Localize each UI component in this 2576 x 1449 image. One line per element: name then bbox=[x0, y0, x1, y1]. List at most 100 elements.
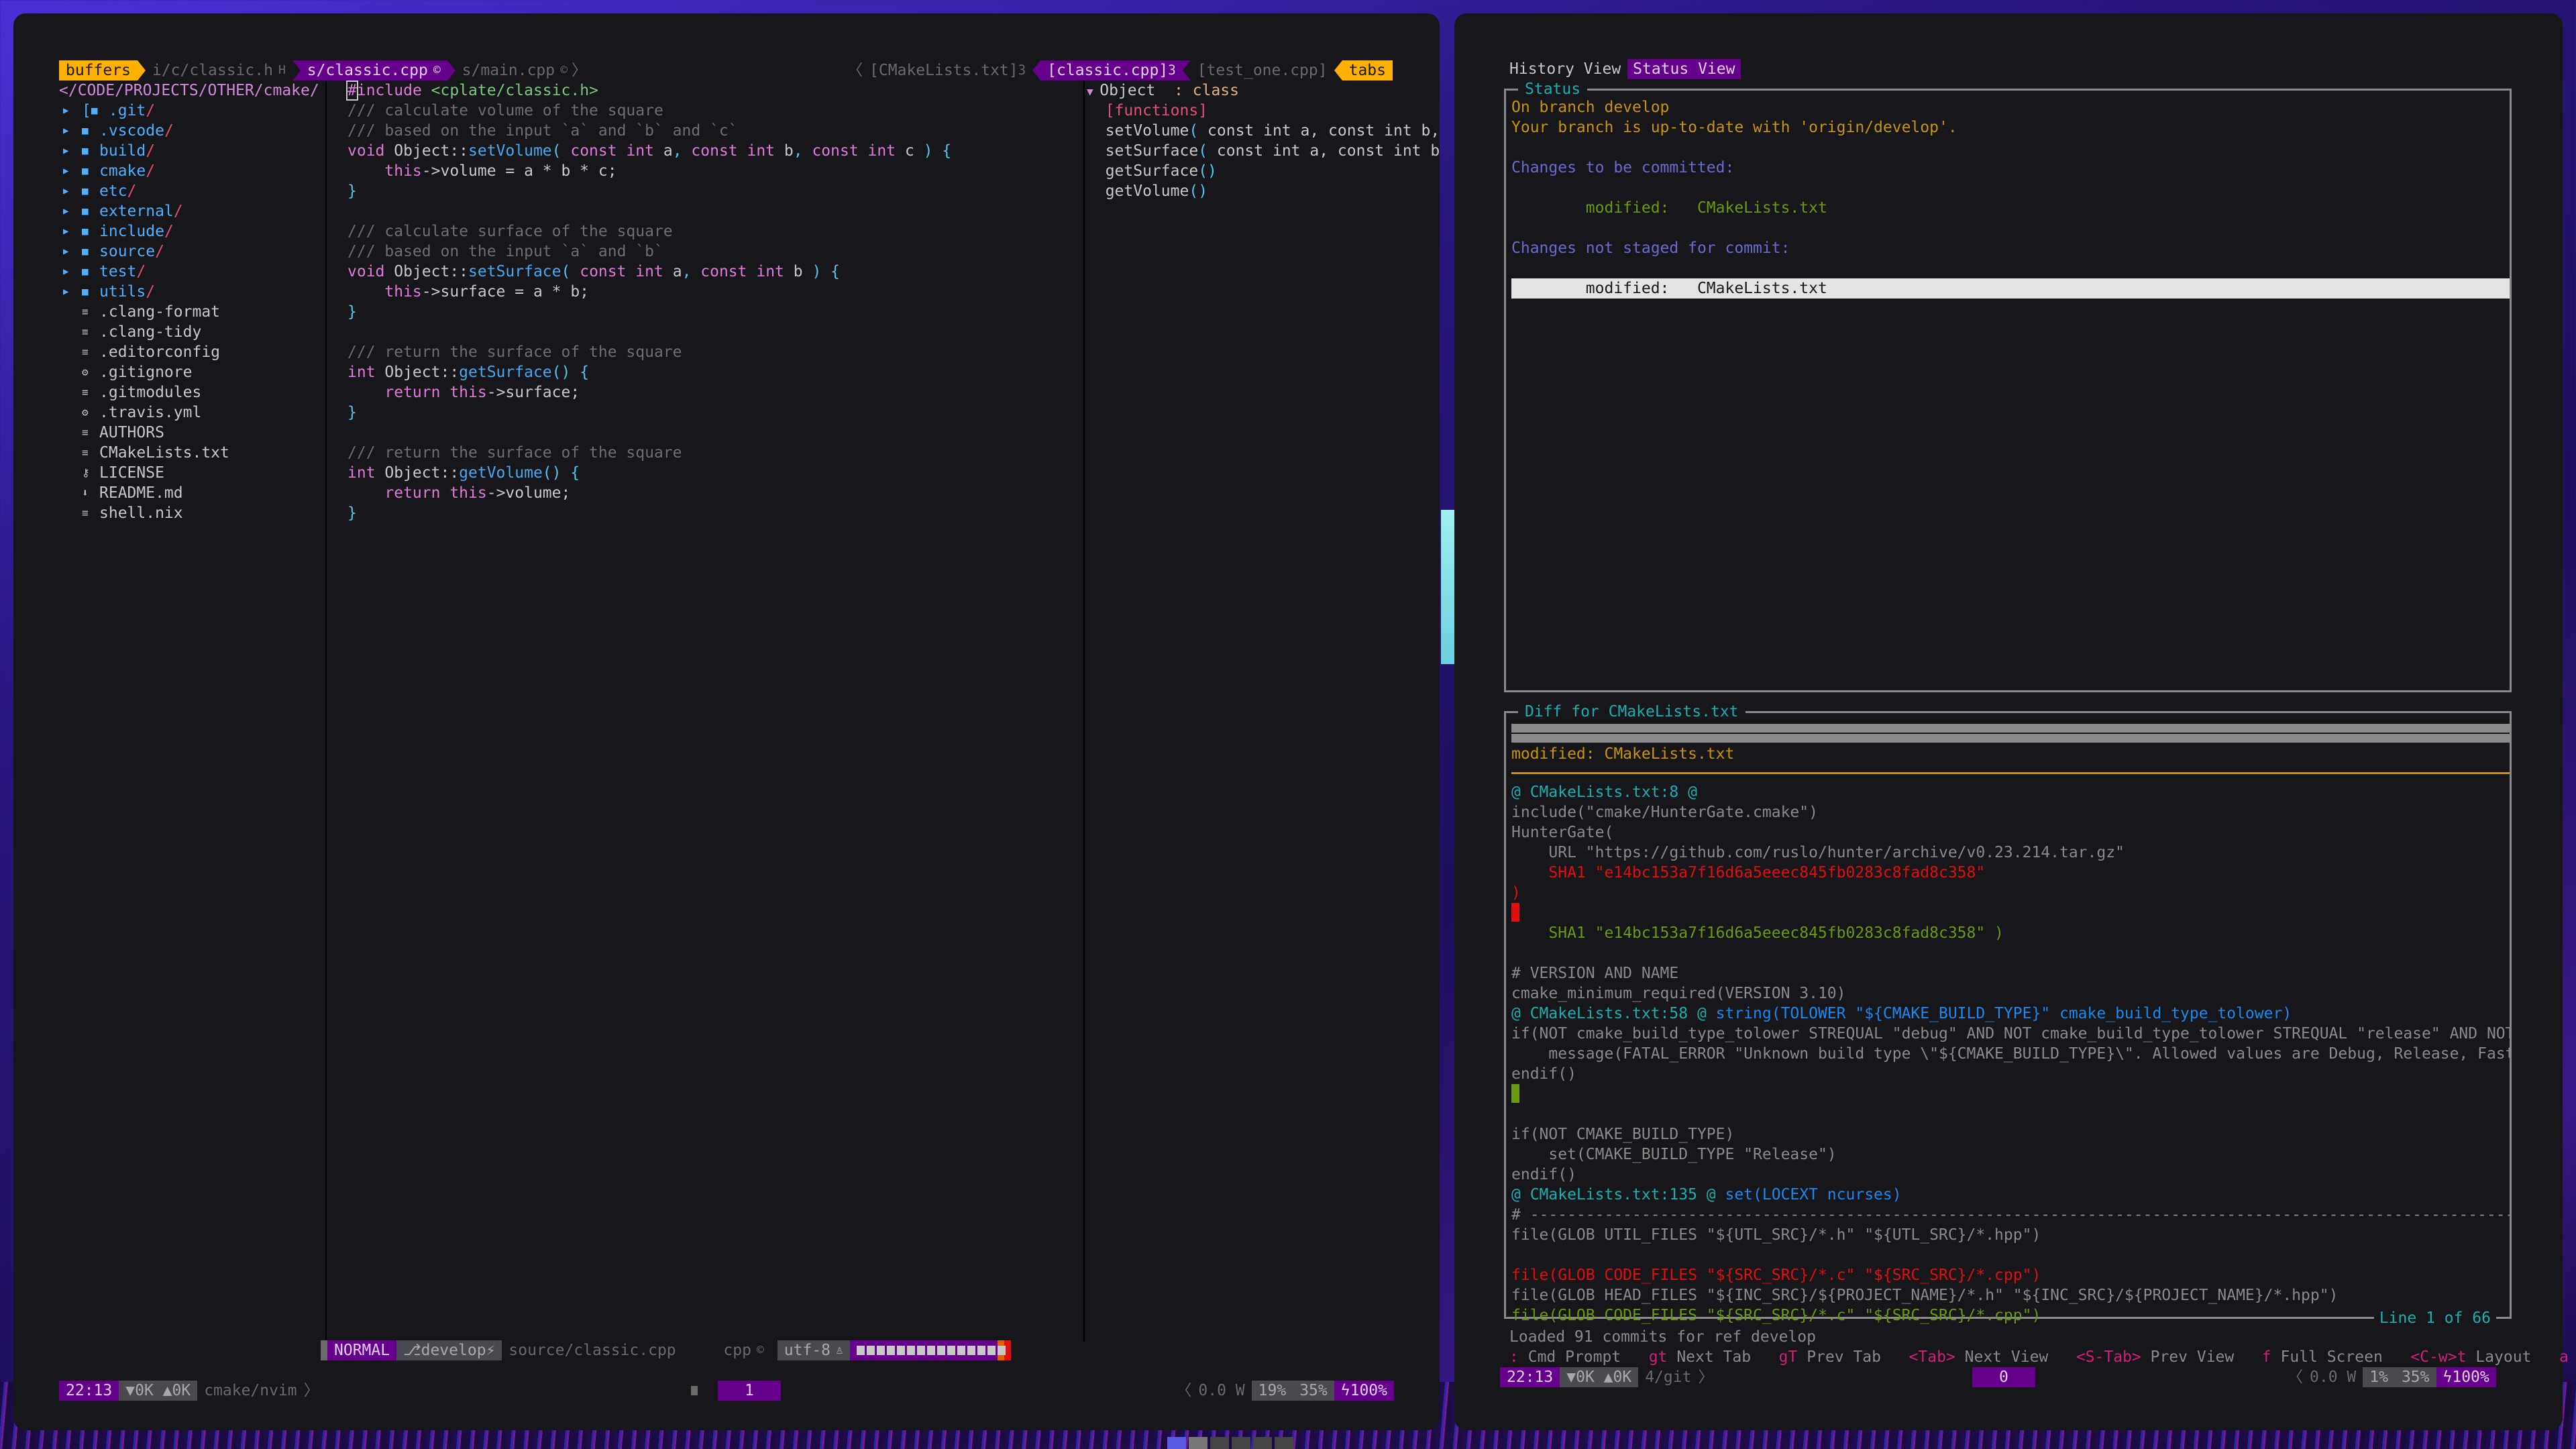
outline-item[interactable]: getVolume() bbox=[1087, 181, 1409, 201]
tab-history-view[interactable]: History View bbox=[1509, 59, 1621, 79]
code-line[interactable]: #include <cplate/classic.h> bbox=[346, 80, 1079, 101]
window-split[interactable] bbox=[325, 80, 327, 1342]
progress-block bbox=[866, 1346, 875, 1355]
tree-dir[interactable]: ▶ ■ utils / bbox=[59, 282, 321, 302]
buffer-tab[interactable]: s/main.cpp © 〉 bbox=[455, 60, 594, 80]
tree-file[interactable]: ⚙ .travis.yml bbox=[59, 402, 321, 423]
chevron-right-icon: 〉 bbox=[571, 62, 587, 79]
code-line[interactable]: void Object::setSurface( const int a, co… bbox=[347, 262, 1079, 282]
hunk-header: @ CMakeLists.txt:135 @ bbox=[1511, 1186, 1716, 1203]
code-line[interactable] bbox=[347, 322, 1079, 342]
buffer-tab-active[interactable]: s/classic.cpp © bbox=[300, 60, 447, 80]
workspace-3[interactable] bbox=[1210, 1437, 1229, 1449]
code-line[interactable]: void Object::setVolume( const int a, con… bbox=[347, 141, 1079, 161]
workspace-4[interactable] bbox=[1232, 1437, 1250, 1449]
code-line[interactable]: /// based on the input `a` and `b` and `… bbox=[347, 121, 1079, 141]
outline-item[interactable]: getSurface() bbox=[1087, 161, 1409, 181]
code-line[interactable]: return this->volume; bbox=[347, 483, 1079, 503]
tree-file[interactable]: ≡ AUTHORS bbox=[59, 423, 321, 443]
tab-active[interactable]: [classic.cpp] 3 bbox=[1040, 60, 1183, 80]
code-line[interactable]: int Object::getVolume() { bbox=[347, 463, 1079, 483]
tree-file[interactable]: ≡ shell.nix bbox=[59, 503, 321, 523]
tmux-window[interactable]: 0 bbox=[1972, 1367, 2035, 1387]
code-line[interactable]: } bbox=[347, 181, 1079, 201]
code-line[interactable]: int Object::getSurface() { bbox=[347, 362, 1079, 382]
keybind[interactable]: f Full Screen bbox=[2262, 1348, 2411, 1366]
code-line[interactable]: this->volume = a * b * c; bbox=[347, 161, 1079, 181]
tab-status-view[interactable]: Status View bbox=[1627, 59, 1741, 79]
tree-dir[interactable]: ▶ ■ etc / bbox=[59, 181, 321, 201]
removed-marker bbox=[1511, 903, 1519, 922]
keybind[interactable]: : Cmd Prompt bbox=[1509, 1348, 1649, 1366]
progress-block bbox=[997, 1346, 1006, 1355]
code-line[interactable]: } bbox=[347, 302, 1079, 322]
tab[interactable]: [test_one.cpp] bbox=[1191, 60, 1334, 80]
function-args: const int a, const int b bbox=[1208, 142, 1440, 160]
code-line[interactable]: /// calculate surface of the square bbox=[347, 221, 1079, 241]
battery: ϟ 100% bbox=[2436, 1367, 2496, 1387]
workspace-6[interactable] bbox=[1275, 1437, 1293, 1449]
outline-item[interactable]: setVolume( const int a, const int b, bbox=[1087, 121, 1440, 141]
tree-dir[interactable]: ▶ ■ external / bbox=[59, 201, 321, 221]
buffer-tab[interactable]: i/c/classic.h H bbox=[146, 60, 292, 80]
tree-file[interactable]: ≡ CMakeLists.txt bbox=[59, 443, 321, 463]
separator bbox=[137, 60, 146, 80]
tree-dir[interactable]: ▶ ■ include / bbox=[59, 221, 321, 241]
tree-file[interactable]: ≡ .clang-tidy bbox=[59, 322, 321, 342]
code-editor[interactable]: #include <cplate/classic.h>/// calculate… bbox=[346, 80, 1079, 523]
keybind[interactable]: gt Next Tab bbox=[1649, 1348, 1779, 1366]
code-line[interactable]: return this->surface; bbox=[347, 382, 1079, 402]
buffers-label: buffers bbox=[59, 60, 138, 80]
tree-file[interactable]: ⚙ .gitignore bbox=[59, 362, 321, 382]
download-arrow-icon: ⬇ bbox=[82, 486, 89, 499]
tree-dir[interactable]: ▶ ■ source / bbox=[59, 241, 321, 262]
status-line[interactable]: modified: CMakeLists.txt bbox=[1511, 198, 2510, 218]
workspace-1[interactable] bbox=[1167, 1437, 1186, 1449]
code-line[interactable]: /// return the surface of the square bbox=[347, 443, 1079, 463]
code-line[interactable]: } bbox=[347, 402, 1079, 423]
code-line[interactable]: } bbox=[347, 503, 1079, 523]
keybind[interactable]: a Stage bbox=[2559, 1348, 2576, 1366]
tree-file[interactable]: ≡ .gitmodules bbox=[59, 382, 321, 402]
code-line[interactable]: this->surface = a * b; bbox=[347, 282, 1079, 302]
outline-class[interactable]: ▼ Object : class bbox=[1087, 80, 1409, 101]
tab[interactable]: [CMakeLists.txt] 3 bbox=[863, 60, 1032, 80]
code-token: # bbox=[346, 80, 358, 101]
code-line[interactable] bbox=[347, 201, 1079, 221]
tree-dir[interactable]: ▶ ■ build / bbox=[59, 141, 321, 161]
outline-item[interactable]: setSurface( const int a, const int b bbox=[1087, 141, 1440, 161]
code-line[interactable]: /// based on the input `a` and `b` bbox=[347, 241, 1079, 262]
status-entry-selected[interactable]: modified: CMakeLists.txt bbox=[1511, 278, 2510, 299]
tree-dir[interactable]: ▶ ■ cmake / bbox=[59, 161, 321, 181]
tree-file[interactable]: ≡ .clang-format bbox=[59, 302, 321, 322]
tree-dir[interactable]: ▶ [ ■ .git / bbox=[59, 101, 321, 121]
keybind[interactable]: gT Prev Tab bbox=[1779, 1348, 1909, 1366]
workspace-5[interactable] bbox=[1253, 1437, 1272, 1449]
separator bbox=[1032, 60, 1041, 80]
tmux-window[interactable]: 1 bbox=[718, 1381, 781, 1401]
buffer-name: s/main.cpp bbox=[462, 62, 555, 79]
tree-file[interactable]: ≡ .editorconfig bbox=[59, 342, 321, 362]
code-line[interactable]: /// return the surface of the square bbox=[347, 342, 1079, 362]
network-rate: ▼0K ▲0K bbox=[1560, 1367, 1639, 1387]
progress-block bbox=[947, 1346, 955, 1355]
tree-dir[interactable]: ▶ ■ .vscode / bbox=[59, 121, 321, 141]
tree-dir[interactable]: ▶ ■ test / bbox=[59, 262, 321, 282]
code-line[interactable] bbox=[347, 423, 1079, 443]
keybind[interactable]: <Tab> Next View bbox=[1909, 1348, 2076, 1366]
workspace-indicator[interactable] bbox=[1167, 1437, 1293, 1449]
progress-block bbox=[957, 1346, 965, 1355]
keybind[interactable]: <C-w>t Layout bbox=[2410, 1348, 2559, 1366]
code-line[interactable]: /// calculate volume of the square bbox=[347, 101, 1079, 121]
code-token: getSurface bbox=[459, 364, 552, 381]
keybind[interactable]: <S-Tab> Prev View bbox=[2076, 1348, 2262, 1366]
diff-panel[interactable]: Diff for CMakeLists.txt modified: CMakeL… bbox=[1504, 702, 2512, 1328]
tree-root-path[interactable]: </CODE/PROJECTS/OTHER/cmake/ bbox=[59, 80, 321, 101]
status-panel[interactable]: Status On branch develop Your branch is u… bbox=[1504, 79, 2512, 692]
tree-file[interactable]: ⚷ LICENSE bbox=[59, 463, 321, 483]
caret-right-icon: ▶ bbox=[63, 105, 69, 116]
window-split[interactable] bbox=[1083, 80, 1085, 1342]
git-branch[interactable]: ⎇ develop ⚡ bbox=[396, 1340, 502, 1360]
workspace-2[interactable] bbox=[1189, 1437, 1208, 1449]
tree-file[interactable]: ⬇ README.md bbox=[59, 483, 321, 503]
